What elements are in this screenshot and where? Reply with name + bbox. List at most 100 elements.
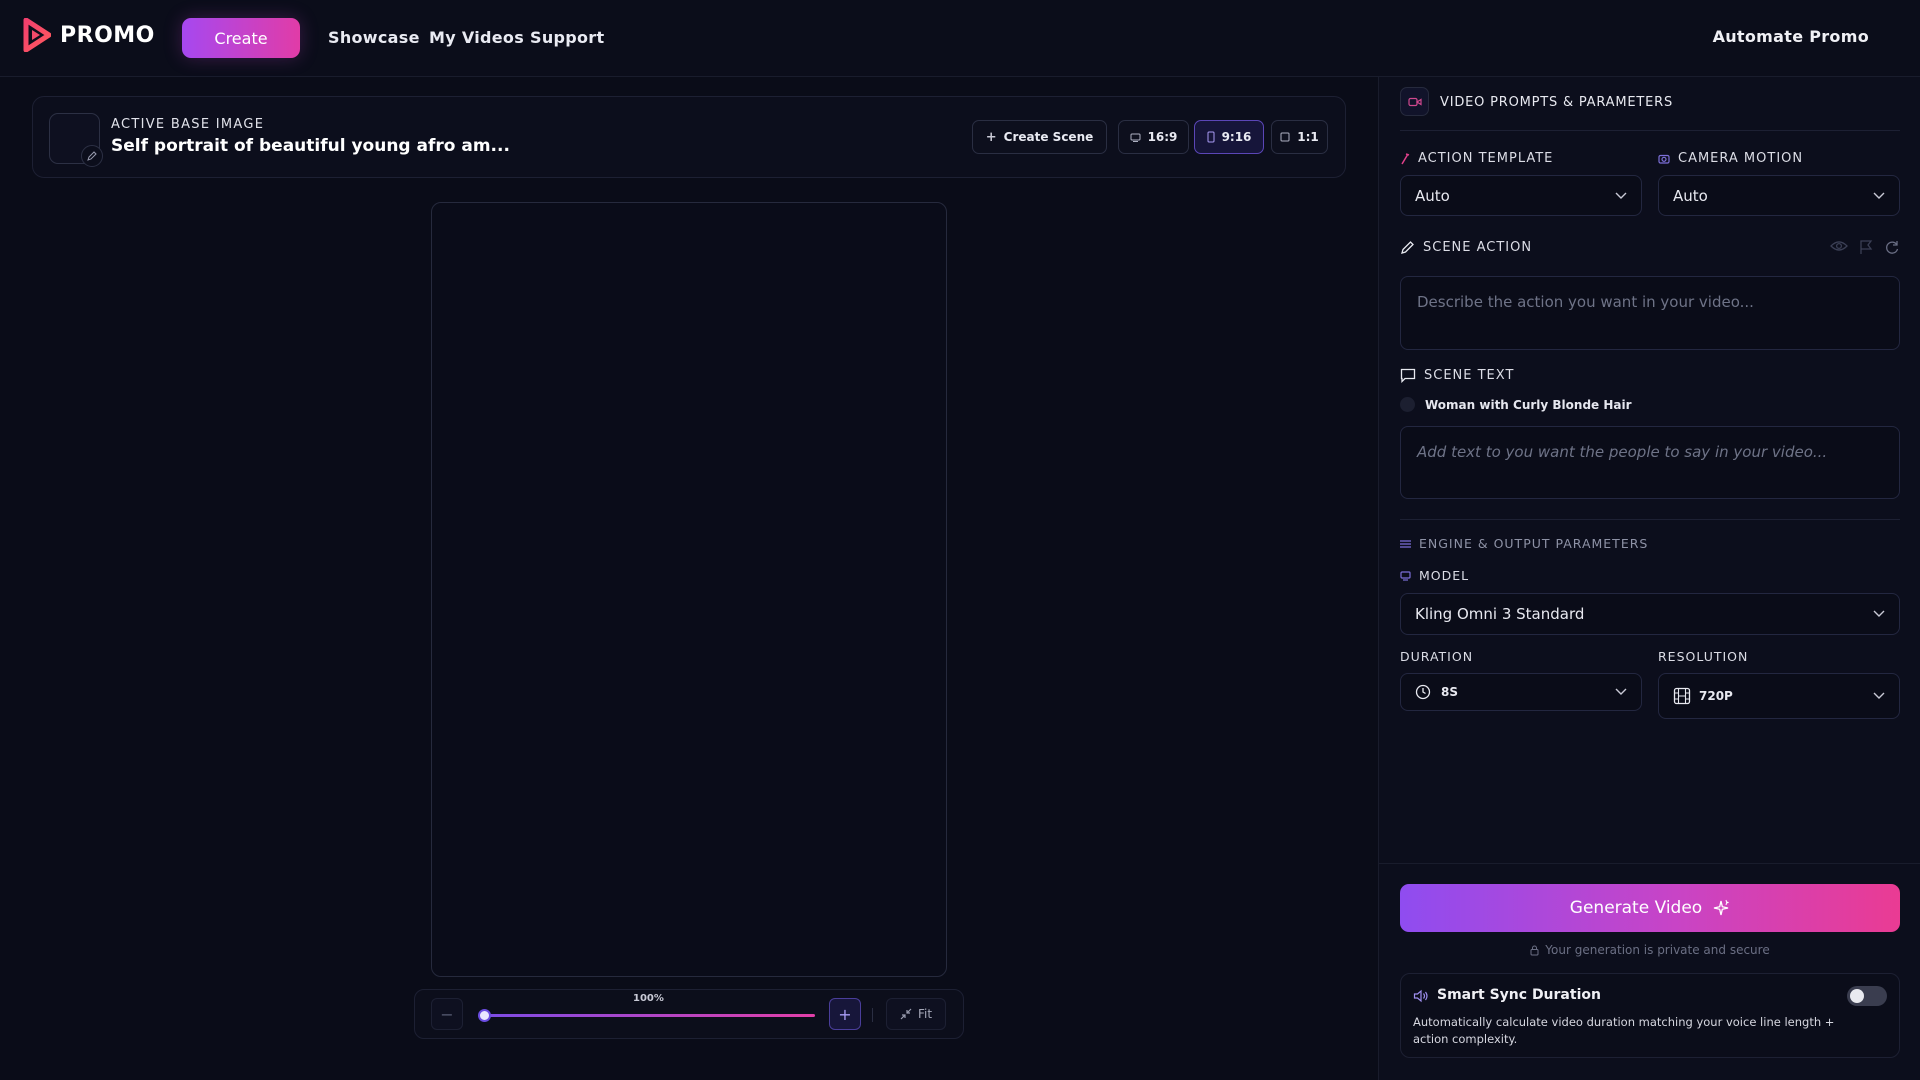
fit-button[interactable]: Fit [886, 998, 946, 1030]
generate-video-button[interactable]: Generate Video [1400, 884, 1900, 932]
generate-video-label: Generate Video [1569, 898, 1703, 918]
shrink-icon [900, 1008, 912, 1020]
ratio-16-9-button[interactable]: 16:9 [1118, 120, 1189, 154]
base-image-title: Self portrait of beautiful young afro am… [111, 136, 510, 156]
model-label: MODEL [1400, 568, 1469, 583]
action-template-label: ACTION TEMPLATE [1400, 151, 1553, 166]
nav-support[interactable]: Support [530, 28, 604, 47]
ratio-1-1-label: 1:1 [1297, 130, 1319, 144]
wand-icon [1401, 152, 1410, 164]
footer-divider [1379, 863, 1920, 864]
chevron-down-icon [1873, 692, 1885, 699]
zoom-slider-track[interactable] [483, 1014, 815, 1017]
refresh-icon[interactable] [1884, 239, 1900, 255]
speaker-avatar [1400, 397, 1415, 412]
scene-action-textarea[interactable]: Describe the action you want in your vid… [1400, 276, 1900, 350]
square-icon [1280, 132, 1290, 142]
edit-pencil-icon[interactable] [81, 145, 103, 167]
play-logo-icon [23, 18, 51, 52]
ratio-9-16-label: 9:16 [1221, 130, 1252, 144]
top-navbar: PROMO Create Showcase My Videos Support … [0, 0, 1920, 77]
fit-label: Fit [917, 1007, 933, 1021]
camera-motion-label-text: CAMERA MOTION [1678, 151, 1804, 166]
active-base-image-label: ACTIVE BASE IMAGE [111, 117, 265, 132]
action-template-select[interactable]: Auto [1400, 175, 1642, 216]
resolution-value: 720P [1699, 689, 1733, 703]
brand-logo[interactable]: PROMO [23, 17, 155, 53]
panel-header-title: VIDEO PROMPTS & PARAMETERS [1440, 95, 1674, 110]
lock-icon [1530, 945, 1539, 955]
automate-promo-link[interactable]: Automate Promo [1713, 27, 1869, 46]
sparkle-icon [1714, 899, 1729, 916]
chevron-down-icon [1615, 688, 1627, 695]
create-scene-label: Create Scene [1003, 130, 1094, 144]
header-divider [1400, 130, 1900, 131]
scene-action-label: SCENE ACTION [1400, 240, 1532, 255]
clock-icon [1415, 684, 1431, 700]
model-label-text: MODEL [1419, 568, 1470, 583]
scene-text-textarea[interactable]: Add text to you want the people to say i… [1400, 426, 1900, 499]
ratio-9-16-button[interactable]: 9:16 [1194, 120, 1264, 154]
pencil-icon [1401, 241, 1414, 254]
ratio-16-9-label: 16:9 [1147, 130, 1178, 144]
sliders-icon [1400, 539, 1411, 548]
create-scene-button[interactable]: + Create Scene [972, 120, 1107, 154]
camera-motion-label: CAMERA MOTION [1658, 151, 1803, 166]
action-template-value: Auto [1415, 186, 1450, 205]
action-template-label-text: ACTION TEMPLATE [1418, 151, 1554, 166]
duration-value: 8S [1441, 685, 1458, 699]
model-select[interactable]: Kling Omni 3 Standard [1400, 593, 1900, 635]
chevron-down-icon [1873, 610, 1885, 617]
chevron-down-icon [1615, 192, 1627, 199]
active-base-image-card: ACTIVE BASE IMAGE Self portrait of beaut… [32, 96, 1346, 178]
duration-select[interactable]: 8S [1400, 673, 1642, 711]
engine-parameters-label: ENGINE & OUTPUT PARAMETERS [1400, 536, 1648, 551]
scene-text-label: SCENE TEXT [1400, 368, 1514, 383]
portrait-icon [1207, 131, 1215, 143]
plus-icon: + [985, 129, 997, 145]
speaker-name: Woman with Curly Blonde Hair [1425, 398, 1632, 412]
flag-icon[interactable] [1858, 239, 1874, 255]
scene-action-tools [1830, 239, 1900, 255]
video-canvas[interactable] [431, 202, 947, 977]
speech-bubble-icon [1400, 368, 1416, 383]
video-camera-icon [1400, 87, 1429, 116]
privacy-text: Your generation is private and secure [1545, 943, 1770, 957]
zoom-divider [872, 1008, 873, 1022]
scene-text-label-text: SCENE TEXT [1424, 368, 1515, 383]
zoom-slider-handle[interactable] [478, 1009, 491, 1022]
create-button[interactable]: Create [182, 18, 300, 58]
smart-sync-title: Smart Sync Duration [1437, 987, 1601, 1003]
ratio-1-1-button[interactable]: 1:1 [1271, 120, 1328, 154]
smart-sync-card: Smart Sync Duration Automatically calcul… [1400, 973, 1900, 1058]
scene-action-label-text: SCENE ACTION [1423, 240, 1533, 255]
film-icon [1673, 687, 1691, 705]
model-value: Kling Omni 3 Standard [1415, 605, 1585, 623]
camera-icon [1658, 154, 1670, 164]
engine-parameters-label-text: ENGINE & OUTPUT PARAMETERS [1419, 536, 1649, 551]
privacy-note: Your generation is private and secure [1400, 943, 1900, 957]
zoom-in-button[interactable]: + [829, 998, 861, 1030]
camera-motion-value: Auto [1673, 186, 1708, 205]
smart-sync-toggle[interactable] [1847, 986, 1887, 1006]
chevron-down-icon [1873, 192, 1885, 199]
duration-label: DURATION [1400, 649, 1474, 664]
zoom-out-button[interactable]: − [431, 998, 463, 1030]
resolution-label: RESOLUTION [1658, 649, 1749, 664]
zoom-controls: − 100% + Fit [414, 989, 964, 1039]
smart-sync-description: Automatically calculate video duration m… [1413, 1015, 1835, 1046]
camera-motion-select[interactable]: Auto [1658, 175, 1900, 216]
base-image-thumbnail[interactable] [49, 113, 103, 167]
speaker-icon [1413, 989, 1428, 1003]
parameters-panel: VIDEO PROMPTS & PARAMETERS ACTION TEMPLA… [1378, 77, 1920, 1080]
monitor-icon [1400, 570, 1411, 581]
toggle-knob [1850, 989, 1864, 1003]
resolution-select[interactable]: 720P [1658, 673, 1900, 719]
nav-showcase[interactable]: Showcase [328, 28, 420, 47]
zoom-level-label: 100% [633, 993, 664, 1004]
brand-name: PROMO [60, 22, 155, 48]
nav-my-videos[interactable]: My Videos [429, 28, 524, 47]
landscape-icon [1130, 133, 1141, 142]
eye-icon[interactable] [1830, 239, 1848, 253]
section-divider [1400, 519, 1900, 520]
